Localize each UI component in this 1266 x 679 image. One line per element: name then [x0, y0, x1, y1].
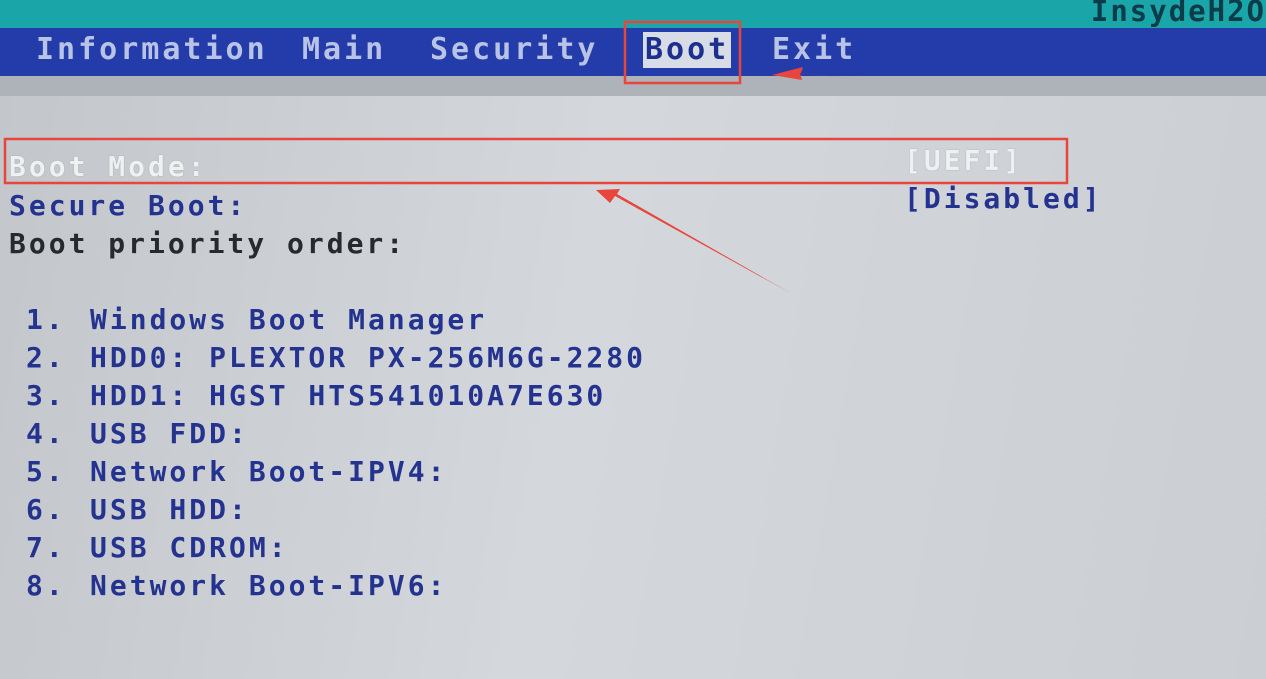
boot-mode-value[interactable]: [UEFI] — [904, 144, 1023, 178]
boot-item-number: 6. — [26, 493, 66, 526]
boot-item-number: 3. — [26, 379, 66, 412]
boot-item-1[interactable]: 1. Windows Boot Manager — [26, 301, 646, 339]
boot-item-device: Network Boot-IPV4: — [90, 455, 448, 488]
boot-item-device: HDD1: HGST HTS541010A7E630 — [90, 379, 607, 412]
boot-item-7[interactable]: 7. USB CDROM: — [26, 529, 646, 567]
tab-exit[interactable]: Exit — [772, 32, 856, 68]
secure-boot-label[interactable]: Secure Boot: — [9, 189, 247, 223]
boot-item-6[interactable]: 6. USB HDD: — [26, 491, 646, 529]
vendor-title: InsydeH2O — [1090, 0, 1266, 28]
menu-separator — [0, 76, 1266, 96]
boot-item-number: 2. — [26, 341, 66, 374]
boot-item-2[interactable]: 2. HDD0: PLEXTOR PX-256M6G-2280 — [26, 339, 646, 377]
boot-item-number: 8. — [26, 569, 66, 602]
boot-item-5[interactable]: 5. Network Boot-IPV4: — [26, 453, 646, 491]
bios-screen: InsydeH2O Information Main Security Boot… — [0, 0, 1266, 679]
boot-mode-label[interactable]: Boot Mode: — [9, 150, 208, 184]
tab-security[interactable]: Security — [430, 32, 599, 68]
boot-item-device: HDD0: PLEXTOR PX-256M6G-2280 — [90, 341, 647, 374]
boot-item-device: USB FDD: — [90, 417, 249, 450]
boot-priority-heading: Boot priority order: — [9, 227, 407, 260]
boot-item-device: USB HDD: — [90, 493, 249, 526]
boot-item-number: 7. — [26, 531, 66, 564]
boot-priority-list: 1. Windows Boot Manager 2. HDD0: PLEXTOR P… — [26, 301, 646, 605]
boot-item-3[interactable]: 3. HDD1: HGST HTS541010A7E630 — [26, 377, 646, 415]
boot-item-device: Windows Boot Manager — [90, 303, 488, 336]
boot-item-8[interactable]: 8. Network Boot-IPV6: — [26, 567, 646, 605]
boot-item-4[interactable]: 4. USB FDD: — [26, 415, 646, 453]
tab-boot[interactable]: Boot — [643, 32, 732, 68]
boot-item-number: 1. — [26, 303, 66, 336]
boot-item-number: 5. — [26, 455, 66, 488]
boot-item-device: Network Boot-IPV6: — [90, 569, 448, 602]
boot-item-device: USB CDROM: — [90, 531, 289, 564]
secure-boot-value[interactable]: [Disabled] — [904, 182, 1103, 216]
boot-item-number: 4. — [26, 417, 66, 450]
tab-main[interactable]: Main — [302, 32, 386, 68]
tab-information[interactable]: Information — [36, 32, 268, 68]
